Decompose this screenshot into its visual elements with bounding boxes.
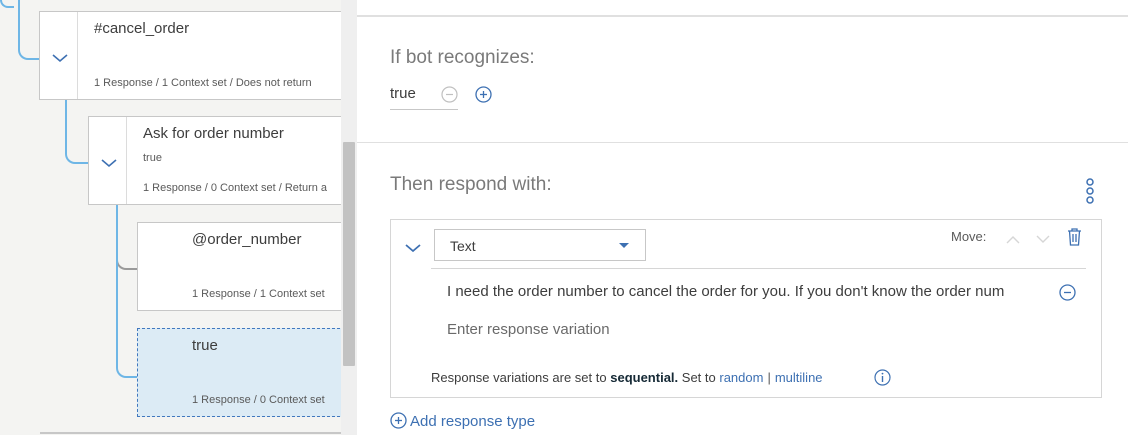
divider xyxy=(357,15,1128,17)
node-meta: 1 Response / 0 Context set / Return a xyxy=(143,182,328,194)
info-icon xyxy=(874,369,891,386)
chevron-down-icon xyxy=(405,244,421,253)
response-type-select[interactable]: Text xyxy=(434,229,646,261)
node-title: true xyxy=(192,337,218,354)
tree-connector xyxy=(116,205,138,378)
node-meta: 1 Response / 1 Context set xyxy=(192,288,325,300)
divider xyxy=(431,268,1086,269)
tree-scrollbar-thumb[interactable] xyxy=(343,142,355,366)
tree-connector xyxy=(0,0,14,8)
dialog-tree-panel: #cancel_order 1 Response / 1 Context set… xyxy=(0,0,357,435)
kebab-menu-icon xyxy=(1086,178,1094,204)
node-meta: 1 Response / 1 Context set / Does not re… xyxy=(94,77,312,89)
caret-down-icon xyxy=(619,243,629,248)
chevron-down-icon xyxy=(52,54,68,63)
chevron-down-icon xyxy=(101,159,117,168)
trash-icon xyxy=(1068,228,1081,246)
divider xyxy=(357,142,1128,143)
collapse-response-button[interactable] xyxy=(405,240,421,258)
response-variation-input[interactable] xyxy=(447,321,1047,338)
add-condition-button[interactable] xyxy=(475,86,492,103)
node-title: @order_number xyxy=(192,231,302,248)
minus-circle-icon xyxy=(441,86,458,103)
variation-settings: Response variations are set to sequentia… xyxy=(431,370,823,385)
settings-prefix: Response variations are set to xyxy=(431,370,607,385)
add-response-label: Add response type xyxy=(410,413,536,430)
response-options-button[interactable] xyxy=(1084,178,1096,204)
tree-connector xyxy=(65,100,89,164)
dialog-node-ask-order-number[interactable]: Ask for order number true 1 Response / 0… xyxy=(88,116,350,205)
recognizes-heading: If bot recognizes: xyxy=(390,47,535,68)
remove-condition-button[interactable] xyxy=(441,86,458,103)
settings-set-to: Set to xyxy=(681,370,716,385)
random-link[interactable]: random xyxy=(719,370,763,385)
node-title: Ask for order number xyxy=(143,125,284,142)
add-response-type-button[interactable]: Add response type xyxy=(390,412,535,430)
tree-connector xyxy=(18,0,40,60)
minus-circle-icon xyxy=(1059,284,1076,301)
move-up-button[interactable] xyxy=(1006,231,1020,249)
node-condition: true xyxy=(143,152,162,164)
remove-variation-button[interactable] xyxy=(1059,284,1076,306)
delete-response-button[interactable] xyxy=(1067,228,1082,251)
response-variation-text[interactable]: I need the order number to cancel the or… xyxy=(447,283,1051,300)
settings-mode: sequential. xyxy=(610,370,679,385)
move-label: Move: xyxy=(951,229,987,244)
variation-info-button[interactable] xyxy=(874,369,891,391)
condition-value: true xyxy=(390,85,416,102)
node-expander[interactable] xyxy=(89,117,127,204)
response-card: Text Move: I need the order number to ca… xyxy=(390,219,1102,398)
plus-circle-icon xyxy=(390,412,407,429)
node-title: #cancel_order xyxy=(94,20,190,37)
chevron-down-icon xyxy=(1036,235,1050,243)
node-editor-panel: If bot recognizes: true Then respond wit… xyxy=(357,0,1128,435)
chevron-up-icon xyxy=(1006,236,1020,244)
node-meta: 1 Response / 0 Context set xyxy=(192,394,325,406)
dialog-node-true-selected[interactable]: true 1 Response / 0 Context set xyxy=(137,328,350,417)
dialog-node-cancel-order[interactable]: #cancel_order 1 Response / 1 Context set… xyxy=(39,11,349,100)
move-down-button[interactable] xyxy=(1036,231,1050,249)
dialog-node-order-number[interactable]: @order_number 1 Response / 1 Context set xyxy=(137,222,350,311)
link-separator: | xyxy=(767,370,771,385)
plus-circle-icon xyxy=(475,86,492,103)
node-expander[interactable] xyxy=(40,12,78,99)
respond-heading: Then respond with: xyxy=(390,174,552,195)
multiline-link[interactable]: multiline xyxy=(775,370,823,385)
response-type-value: Text xyxy=(450,238,476,254)
